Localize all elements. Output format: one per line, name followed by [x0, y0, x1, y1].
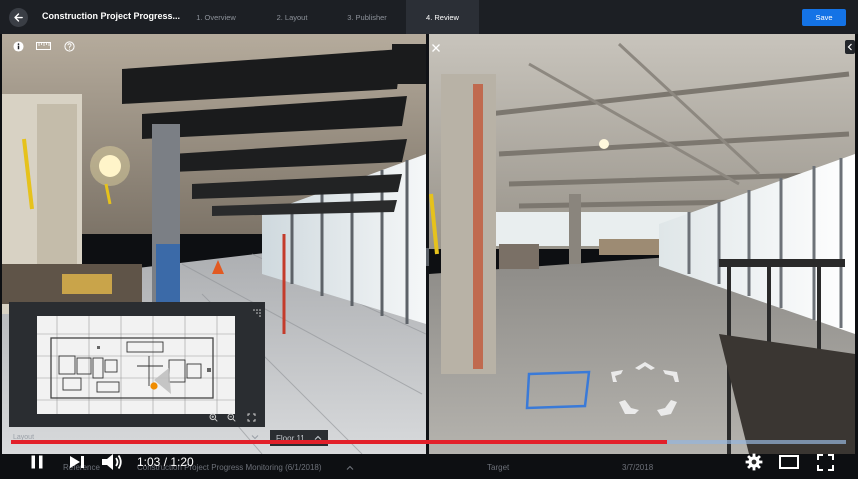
help-icon	[63, 40, 75, 52]
help-button[interactable]	[63, 40, 75, 52]
skip-next-icon	[70, 456, 84, 468]
chevron-up-icon	[346, 465, 354, 470]
theater-mode-icon	[779, 455, 799, 469]
save-button[interactable]: Save	[802, 9, 846, 26]
tab-publisher[interactable]: 3. Publisher	[331, 0, 403, 34]
chevron-left-icon	[847, 43, 852, 51]
info-icon	[12, 40, 24, 52]
top-bar: Construction Project Progress... 1. Over…	[0, 0, 858, 34]
back-arrow-icon	[14, 13, 23, 22]
next-button[interactable]	[67, 453, 87, 471]
comparison-info-bar: Reference Construction Project Progress …	[0, 428, 858, 479]
theater-mode-button[interactable]	[778, 453, 800, 471]
tab-review[interactable]: 4. Review	[406, 0, 479, 34]
minimap-drag-handle[interactable]	[252, 305, 262, 323]
floorplan-minimap	[9, 302, 265, 427]
target-date: 3/7/2018	[622, 463, 654, 472]
volume-button[interactable]	[100, 452, 124, 472]
expand-icon	[247, 413, 255, 421]
minimap-expand-button[interactable]	[245, 411, 257, 423]
floorplan-drawing	[37, 316, 235, 414]
zoom-out-icon	[227, 413, 236, 422]
video-progress-bar[interactable]	[11, 440, 846, 444]
collapse-panel-button[interactable]	[845, 40, 855, 54]
tab-overview[interactable]: 1. Overview	[180, 0, 252, 34]
measure-button[interactable]	[35, 41, 51, 51]
floorplan-image[interactable]	[37, 316, 235, 414]
close-icon	[432, 44, 440, 52]
ruler-icon	[35, 42, 51, 50]
gear-icon	[745, 453, 763, 471]
close-target-button[interactable]	[431, 40, 441, 52]
play-pause-icon	[31, 455, 43, 469]
pause-button[interactable]	[27, 452, 47, 472]
grip-dots-icon	[253, 309, 261, 317]
zoom-in-icon	[209, 413, 218, 422]
fullscreen-icon	[816, 453, 834, 471]
fullscreen-button[interactable]	[815, 452, 835, 472]
tab-layout[interactable]: 2. Layout	[256, 0, 328, 34]
info-button[interactable]	[12, 40, 24, 52]
minimap-zoom-out-button[interactable]	[225, 411, 237, 423]
pano-navigation[interactable]	[605, 360, 689, 422]
video-time: 1:03 / 1:20	[137, 455, 194, 469]
volume-icon	[102, 454, 122, 470]
video-played-bar	[11, 440, 668, 444]
minimap-zoom-in-button[interactable]	[207, 411, 219, 423]
target-label: Target	[487, 463, 510, 472]
app-title: Construction Project Progress...	[42, 11, 181, 21]
back-button[interactable]	[9, 8, 28, 27]
nav-arrows-icon	[611, 362, 679, 416]
settings-button[interactable]	[744, 452, 764, 472]
